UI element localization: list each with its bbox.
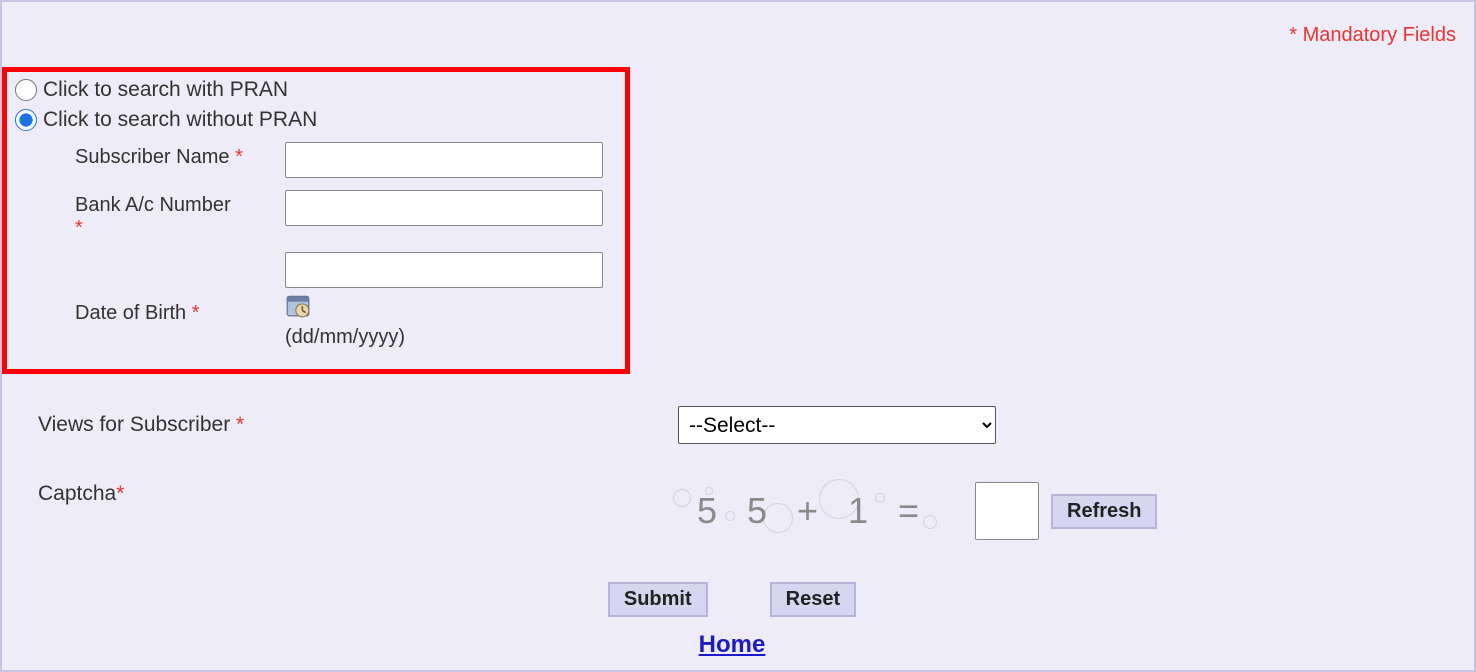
- required-asterisk: *: [236, 413, 244, 436]
- captcha-content: 5 5 + 1 = Refresh: [663, 482, 1157, 540]
- required-asterisk: *: [75, 217, 83, 239]
- form-container: * Mandatory Fields Click to search with …: [0, 0, 1476, 672]
- views-label: Views for Subscriber *: [38, 413, 678, 437]
- captcha-label-text: Captcha: [38, 482, 116, 505]
- views-row: Views for Subscriber * --Select--: [2, 406, 1462, 444]
- views-label-text: Views for Subscriber: [38, 413, 230, 436]
- dob-text: Date of Birth: [75, 302, 186, 324]
- home-link[interactable]: Home: [699, 631, 766, 658]
- bank-acc-row: Bank A/c Number *: [75, 190, 617, 240]
- captcha-label: Captcha*: [38, 482, 663, 506]
- captcha-row: Captcha* 5 5 + 1 = Refresh: [2, 482, 1462, 540]
- radio-with-pran-label: Click to search with PRAN: [43, 78, 288, 102]
- subscriber-name-input[interactable]: [285, 142, 603, 178]
- subscriber-name-row: Subscriber Name *: [75, 142, 617, 178]
- dob-label: Date of Birth *: [75, 252, 285, 325]
- radio-with-pran[interactable]: [15, 79, 37, 101]
- buttons-row: Submit Reset: [2, 582, 1462, 617]
- captcha-expression: 5 5 + 1 =: [697, 490, 929, 532]
- bank-acc-input[interactable]: [285, 190, 603, 226]
- search-options-box: Click to search with PRAN Click to searc…: [2, 67, 630, 374]
- reset-button[interactable]: Reset: [770, 582, 856, 617]
- views-select[interactable]: --Select--: [678, 406, 996, 444]
- dob-column: (dd/mm/yyyy): [285, 252, 603, 349]
- bank-acc-text: Bank A/c Number: [75, 194, 231, 216]
- captcha-image: 5 5 + 1 =: [663, 485, 963, 537]
- mandatory-fields-note: * Mandatory Fields: [2, 12, 1462, 47]
- required-asterisk: *: [116, 482, 124, 505]
- form-fields: Subscriber Name * Bank A/c Number * Date…: [15, 142, 617, 349]
- dob-input[interactable]: [285, 252, 603, 288]
- submit-button[interactable]: Submit: [608, 582, 708, 617]
- footer-row: Home: [2, 631, 1462, 659]
- dob-hint: (dd/mm/yyyy): [285, 326, 603, 349]
- radio-without-pran-label: Click to search without PRAN: [43, 108, 317, 132]
- dob-row: Date of Birth * (dd/mm/yyyy): [75, 252, 617, 349]
- subscriber-name-label: Subscriber Name *: [75, 142, 285, 169]
- subscriber-name-text: Subscriber Name: [75, 146, 230, 168]
- radio-without-pran-row[interactable]: Click to search without PRAN: [15, 108, 617, 132]
- calendar-icon[interactable]: [285, 292, 311, 318]
- required-asterisk: *: [192, 302, 200, 324]
- radio-with-pran-row[interactable]: Click to search with PRAN: [15, 78, 617, 102]
- radio-without-pran[interactable]: [15, 109, 37, 131]
- bank-acc-label: Bank A/c Number *: [75, 190, 285, 240]
- captcha-input[interactable]: [975, 482, 1039, 540]
- required-asterisk: *: [235, 146, 243, 168]
- refresh-button[interactable]: Refresh: [1051, 494, 1157, 529]
